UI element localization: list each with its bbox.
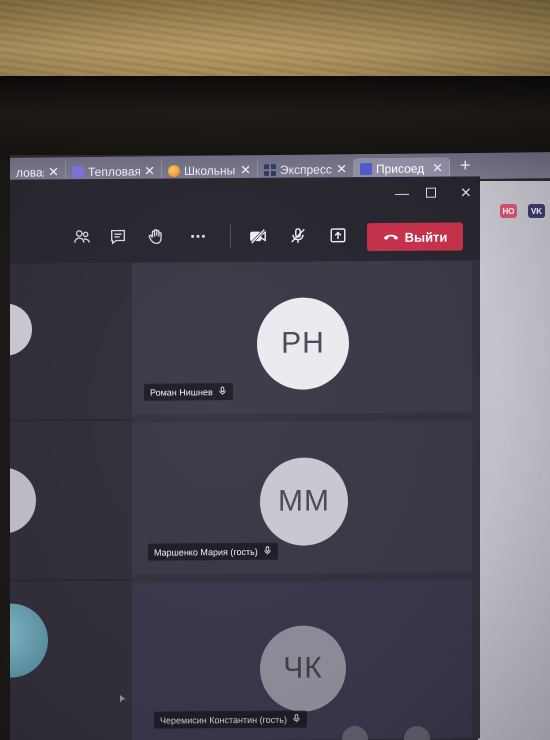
leave-label: Выйти	[404, 229, 448, 245]
camera-toggle-button[interactable]	[246, 224, 270, 248]
share-screen-icon	[330, 228, 346, 243]
participant-tile[interactable]: ЧК Черемисин Константин (гость)	[132, 580, 472, 740]
maximize-button[interactable]	[426, 185, 436, 201]
participant-column-partial	[10, 262, 132, 740]
close-icon[interactable]: ✕	[240, 162, 251, 178]
monitor-bezel	[0, 76, 550, 160]
minimize-button[interactable]: —	[395, 185, 409, 201]
raise-hand-icon	[148, 229, 162, 245]
participant-name-label: Маршенко Мария (гость)	[148, 542, 278, 561]
teams-meeting-window: — ✕ Выйти РН Роман Нишнев ММ Маршенко Ма…	[10, 176, 480, 740]
close-icon[interactable]: ✕	[48, 164, 59, 180]
mic-icon	[263, 546, 272, 557]
video-stage: РН Роман Нишнев ММ Маршенко Мария (гость…	[10, 260, 480, 740]
participant-tile[interactable]: ММ Маршенко Мария (гость)	[132, 420, 472, 575]
teams-icon	[360, 163, 372, 176]
avatar	[10, 603, 48, 678]
vk-extension-button[interactable]: VK	[528, 204, 545, 218]
purple-cat-icon	[72, 166, 84, 179]
tab-title: Экспресс	[280, 162, 332, 177]
participant-name: Маршенко Мария (гость)	[154, 546, 258, 558]
participant-name: Роман Нишнев	[150, 386, 213, 398]
participant-tile[interactable]: РН Роман Нишнев	[132, 260, 472, 415]
window-titlebar: — ✕	[10, 176, 480, 214]
participant-name-label: Черемисин Константин (гость)	[154, 710, 307, 729]
chat-icon	[111, 229, 125, 245]
mic-icon	[292, 714, 301, 725]
tile-divider	[10, 578, 132, 582]
participants-icon	[74, 230, 90, 243]
browser-side-area	[478, 181, 550, 740]
chat-button[interactable]	[106, 225, 130, 249]
close-icon[interactable]: ✕	[432, 160, 443, 176]
more-icon	[191, 234, 205, 238]
camera-off-icon	[250, 228, 266, 245]
tab-title: ловая	[16, 165, 45, 180]
avatar	[10, 467, 36, 534]
participant-name: Черемисин Константин (гость)	[160, 714, 287, 726]
share-screen-button[interactable]	[326, 223, 350, 247]
tile-divider	[10, 418, 132, 422]
hang-up-icon	[383, 234, 398, 240]
mic-off-icon	[291, 228, 305, 243]
avatar: РН	[257, 297, 349, 390]
more-options-button[interactable]	[186, 224, 210, 248]
tab-title: Тепловая	[88, 164, 141, 180]
close-icon[interactable]: ✕	[336, 161, 347, 177]
maximize-icon	[426, 187, 436, 198]
meeting-toolbar: Выйти	[10, 210, 480, 264]
participants-button[interactable]	[70, 225, 94, 249]
participant-name-label: Роман Нишнев	[144, 383, 233, 401]
window-close-button[interactable]: ✕	[460, 184, 472, 201]
orange-globe-icon	[168, 165, 180, 178]
leave-meeting-button[interactable]: Выйти	[367, 222, 463, 252]
tab-title: Присоед	[376, 161, 425, 176]
grid-icon	[264, 164, 276, 177]
mic-toggle-button[interactable]	[286, 224, 310, 248]
new-tab-button[interactable]: +	[450, 154, 481, 177]
close-icon[interactable]: ✕	[144, 163, 155, 179]
mic-icon	[218, 386, 227, 397]
toolbar-divider	[230, 224, 231, 249]
avatar	[10, 303, 32, 356]
extension-button[interactable]: НО	[500, 204, 517, 218]
avatar: ММ	[260, 457, 348, 546]
avatar: ЧК	[260, 625, 346, 712]
tab-title: Школьны	[184, 163, 236, 179]
raise-hand-button[interactable]	[144, 225, 168, 249]
desk-background	[0, 0, 550, 82]
